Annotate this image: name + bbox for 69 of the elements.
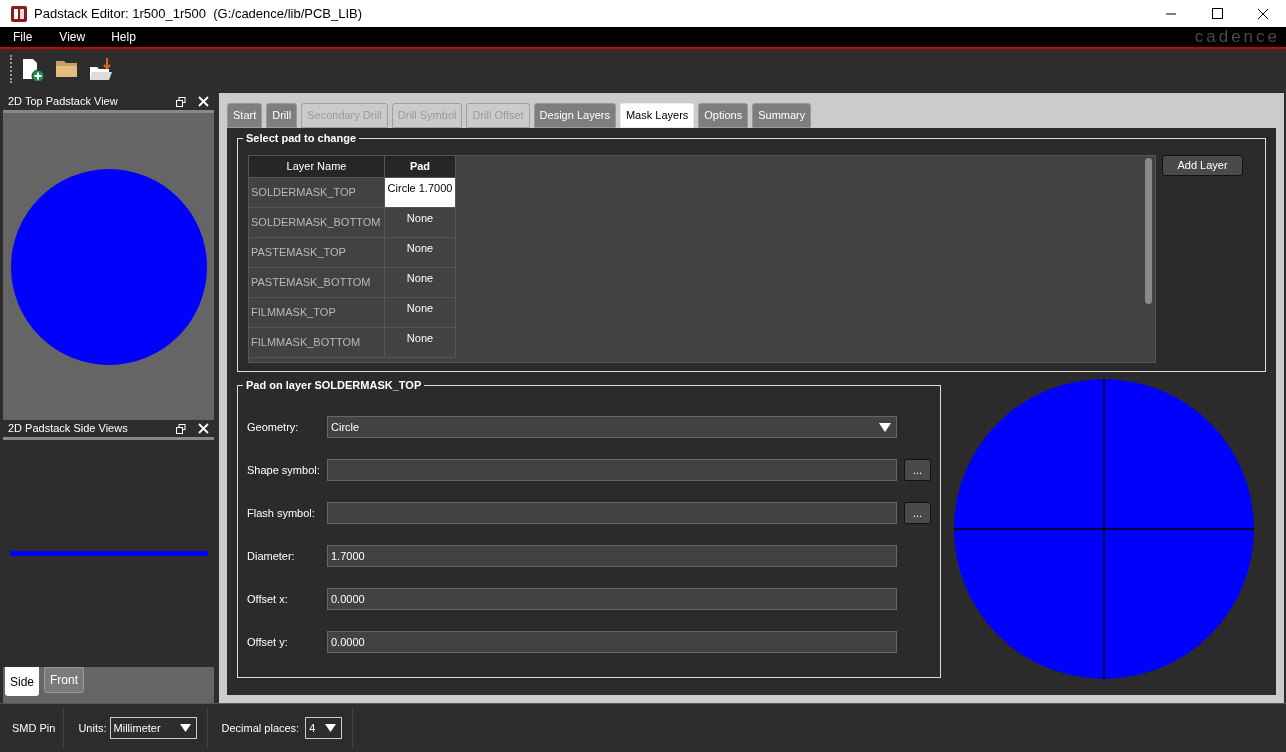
decimal-places-dropdown[interactable]: 4 <box>305 717 343 739</box>
pin-type-label: SMD Pin <box>11 720 57 736</box>
table-cell: SOLDERMASK_BOTTOM <box>249 208 385 238</box>
float-button[interactable] <box>174 94 188 109</box>
tab[interactable]: Options <box>698 103 749 128</box>
table-cell[interactable]: None <box>385 328 456 358</box>
browse-button[interactable]: ... <box>904 502 931 524</box>
field-label: Diameter: <box>247 548 296 564</box>
view-tab[interactable]: Side <box>5 667 40 696</box>
field-label: Shape symbol: <box>247 462 321 478</box>
panel-title: 2D Top Padstack View <box>8 94 119 110</box>
group-title: Select pad to change <box>243 131 360 145</box>
menu-item[interactable]: Help <box>111 28 136 46</box>
geometry-dropdown[interactable]: Circle <box>327 416 897 438</box>
tab[interactable]: Design Layers <box>533 103 616 128</box>
view-tab[interactable]: Front <box>44 667 85 693</box>
field-label: Geometry: <box>247 419 300 435</box>
input-field[interactable]: 0.0000 <box>327 631 897 653</box>
app-icon <box>11 5 27 22</box>
close-icon <box>197 96 209 107</box>
panel-title: 2D Padstack Side Views <box>8 421 129 437</box>
brand-logo: cadence <box>1194 26 1280 49</box>
table-cell: FILMMASK_BOTTOM <box>249 328 385 358</box>
restore-icon <box>176 96 186 107</box>
table-cell[interactable]: Circle 1.7000 <box>385 178 456 208</box>
dropdown-arrow-icon <box>325 724 337 732</box>
float-button[interactable] <box>174 421 188 436</box>
field-label: Offset x: <box>247 591 289 607</box>
column-header: Pad <box>385 156 456 178</box>
restore-icon <box>176 423 186 434</box>
table-cell[interactable]: None <box>385 268 456 298</box>
close-panel-button[interactable] <box>196 94 210 109</box>
close-icon <box>197 423 209 434</box>
folder-import-button[interactable] <box>88 56 114 82</box>
tab[interactable]: Start <box>227 103 263 128</box>
close-icon <box>1256 7 1270 20</box>
dropdown-arrow-icon <box>179 724 191 732</box>
units-dropdown[interactable]: Millimeter <box>109 717 197 739</box>
table-cell[interactable]: None <box>385 298 456 328</box>
close-panel-button[interactable] <box>196 421 210 436</box>
menu-item[interactable]: File <box>13 28 33 46</box>
group-title: Pad on layer SOLDERMASK_TOP <box>243 378 425 392</box>
table-cell[interactable]: None <box>385 238 456 268</box>
table-cell: FILMMASK_TOP <box>249 298 385 328</box>
input-field[interactable]: 1.7000 <box>327 545 897 567</box>
field-label: Flash symbol: <box>247 505 316 521</box>
menu-item[interactable]: View <box>59 28 86 46</box>
column-header: Layer Name <box>249 156 385 178</box>
input-field[interactable]: 0.0000 <box>327 588 897 610</box>
table-cell[interactable]: None <box>385 208 456 238</box>
scrollbar-thumb[interactable] <box>1145 158 1152 304</box>
window-title: Padstack Editor: 1r500_1r500 (G:/cadence/lib/PCB_LIB) <box>34 4 363 23</box>
tab[interactable]: Drill <box>266 103 298 128</box>
tab[interactable]: Summary <box>752 103 812 128</box>
new-file-button[interactable] <box>20 56 46 82</box>
tab[interactable]: Mask Layers <box>619 103 695 128</box>
add-layer-button[interactable]: Add Layer <box>1162 155 1243 176</box>
folder-import-icon <box>89 57 113 81</box>
input-field[interactable] <box>327 502 897 524</box>
table-cell: PASTEMASK_BOTTOM <box>249 268 385 298</box>
units-label: Units: <box>77 720 108 736</box>
input-field[interactable] <box>327 459 897 481</box>
maximize-icon <box>1210 7 1224 20</box>
browse-button[interactable]: ... <box>904 459 931 481</box>
table-cell: PASTEMASK_TOP <box>249 238 385 268</box>
new-file-icon <box>21 57 45 81</box>
field-label: Offset y: <box>247 634 289 650</box>
decimal-places-label: Decimal places: <box>220 720 301 736</box>
dropdown-arrow-icon <box>879 422 891 432</box>
